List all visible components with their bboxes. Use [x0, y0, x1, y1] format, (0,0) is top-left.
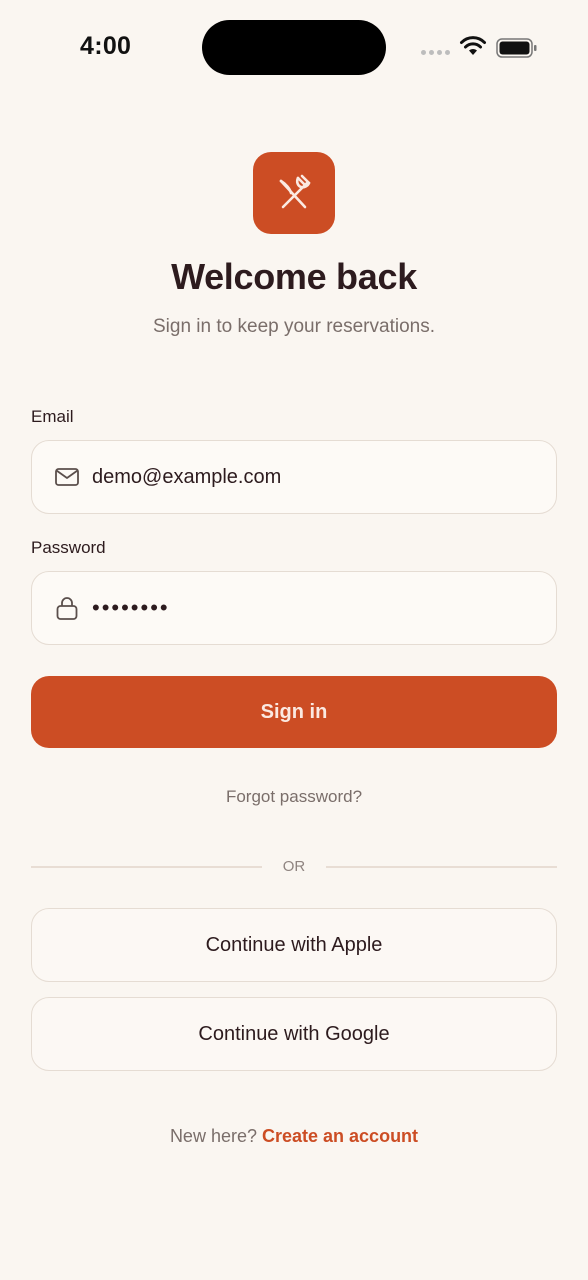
- create-account-link[interactable]: Create an account: [262, 1126, 418, 1146]
- password-label: Password: [31, 538, 106, 557]
- lock-icon: [56, 597, 78, 620]
- signup-row: New here? Create an account: [0, 1126, 588, 1147]
- status-bar: 4:00: [0, 0, 588, 95]
- page-subtitle: Sign in to keep your reservations.: [153, 316, 435, 337]
- battery-icon: [496, 38, 537, 58]
- status-time: 4:00: [80, 32, 132, 60]
- fork-knife-icon: [279, 174, 311, 209]
- email-field[interactable]: demo@example.com: [31, 440, 557, 514]
- divider-text: OR: [282, 858, 306, 875]
- app-logo: [253, 152, 335, 234]
- email-value: demo@example.com: [92, 465, 282, 488]
- page-title: Welcome back: [171, 256, 417, 297]
- continue-with-apple-button[interactable]: Continue with Apple: [31, 908, 557, 982]
- cellular-signal-icon: [421, 50, 450, 55]
- password-field[interactable]: ••••••••: [31, 571, 557, 645]
- dynamic-island: [202, 20, 386, 75]
- signup-prompt: New here?: [169, 1126, 257, 1146]
- wifi-icon: [460, 36, 486, 55]
- email-label: Email: [31, 407, 74, 426]
- password-value: ••••••••: [92, 595, 170, 620]
- mail-icon: [55, 468, 79, 486]
- forgot-password-link[interactable]: Forgot password?: [0, 787, 588, 807]
- divider-line-right: [326, 866, 557, 868]
- continue-with-google-button[interactable]: Continue with Google: [31, 997, 557, 1071]
- sign-in-button[interactable]: Sign in: [31, 676, 557, 748]
- divider-line-left: [31, 866, 262, 868]
